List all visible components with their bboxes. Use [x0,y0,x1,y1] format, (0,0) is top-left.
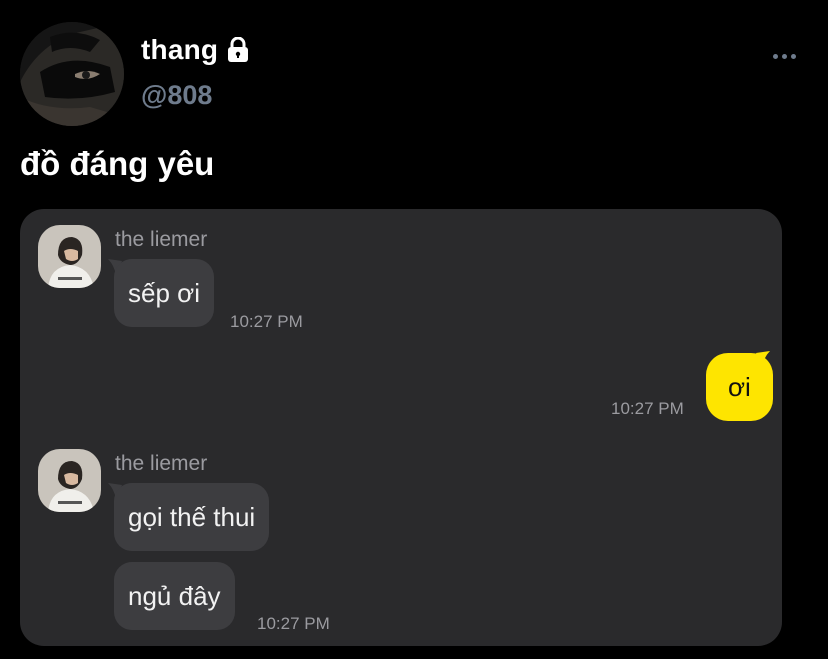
tweet-text: đồ đáng yêu [20,145,215,182]
message-bubble[interactable]: gọi thế thui [114,483,270,551]
profile-avatar[interactable] [20,22,124,126]
message-bubble[interactable]: ngủ đây [114,562,235,630]
message-time: 10:27 PM [257,614,330,633]
message-time: 10:27 PM [230,312,303,331]
display-name[interactable]: thang [141,34,218,66]
contact-avatar [38,449,101,512]
bubble-tail [756,351,770,367]
contact-avatar [38,225,101,288]
message-bubble[interactable]: sếp ơi [114,259,214,327]
display-name-row[interactable]: thang [141,34,250,66]
user-handle[interactable]: @808 [141,80,212,111]
more-dots-icon[interactable] [773,50,799,62]
chat-image[interactable]: the liemer sếp ơi 10:27 PM 10:27 PM ơi t… [20,209,782,646]
sender-name: the liemer [115,228,208,251]
message-time: 10:27 PM [611,399,684,418]
sender-name: the liemer [115,452,208,475]
lock-icon [226,36,250,63]
